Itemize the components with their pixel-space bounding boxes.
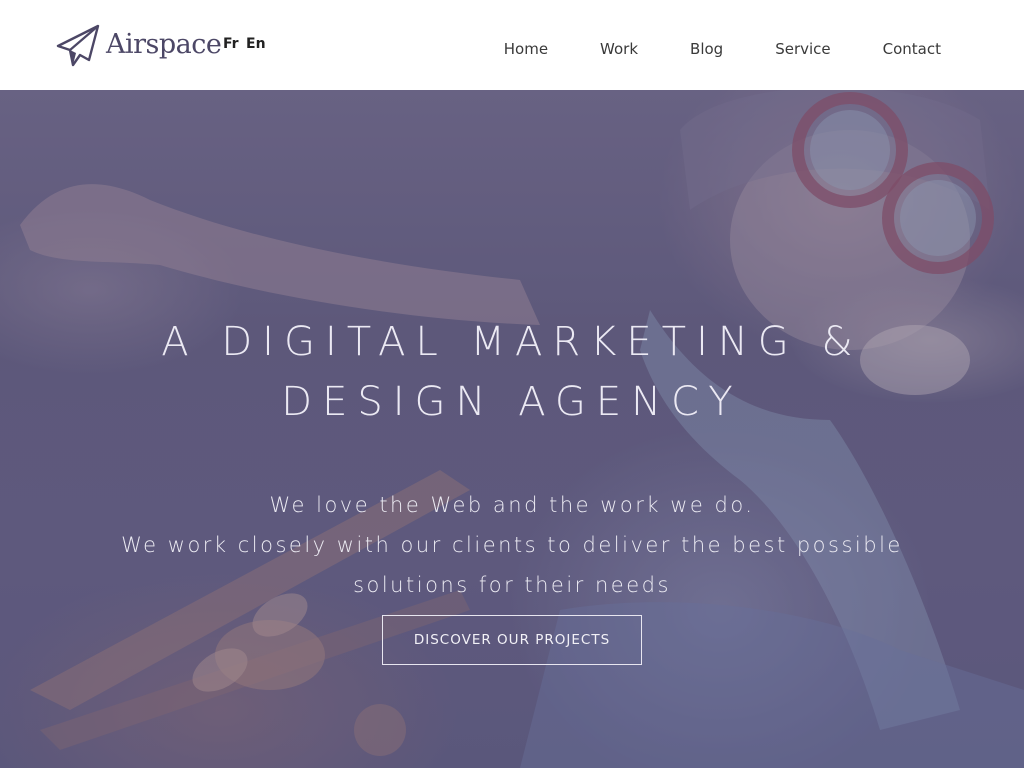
nav-blog-link[interactable]: Blog bbox=[690, 40, 723, 58]
main-nav: Home Work Blog Service Contact bbox=[504, 40, 941, 58]
nav-service-link[interactable]: Service bbox=[775, 40, 830, 58]
hero-tagline: We love the Web and the work we do. We w… bbox=[0, 485, 1024, 605]
nav-work-link[interactable]: Work bbox=[600, 40, 638, 58]
language-fr-link[interactable]: Fr bbox=[223, 36, 239, 52]
nav-contact-link[interactable]: Contact bbox=[883, 40, 941, 58]
hero-headline: A DIGITAL MARKETING & DESIGN AGENCY bbox=[0, 312, 1024, 432]
nav-home-link[interactable]: Home bbox=[504, 40, 548, 58]
hero-section: A DIGITAL MARKETING & DESIGN AGENCY We l… bbox=[0, 90, 1024, 768]
language-en-link[interactable]: En bbox=[246, 36, 266, 52]
hero-headline-line: DESIGN AGENCY bbox=[281, 379, 743, 425]
logo-link[interactable]: Airspace bbox=[56, 24, 222, 68]
hero-tagline-line: We love the Web and the work we do. bbox=[269, 493, 755, 517]
site-header: Airspace Fr En Home Work Blog Service Co… bbox=[0, 0, 1024, 90]
discover-projects-button[interactable]: DISCOVER OUR PROJECTS bbox=[382, 615, 642, 665]
hero-headline-line: A DIGITAL MARKETING & bbox=[161, 319, 863, 365]
hero-tagline-line: solutions for their needs bbox=[353, 573, 671, 597]
hero-tagline-line: We work closely with our clients to deli… bbox=[121, 533, 903, 557]
paper-plane-icon bbox=[56, 24, 100, 67]
logo-text: Airspace bbox=[106, 28, 222, 60]
